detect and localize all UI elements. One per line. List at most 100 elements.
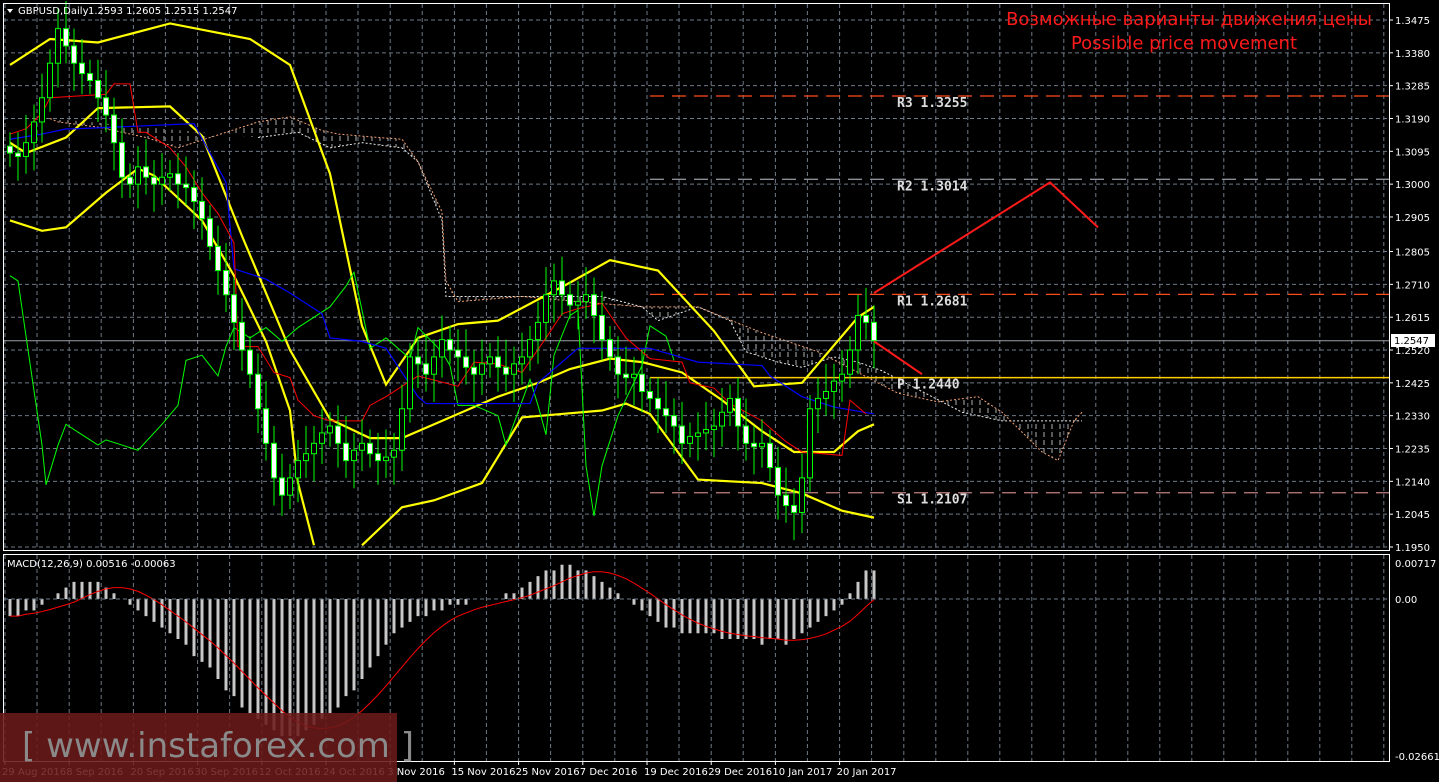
forecast-path-line: [873, 181, 1099, 294]
ichimoku-cloud: [49, 116, 1083, 462]
bearish-candle: [271, 442, 277, 479]
bearish-candle: [79, 62, 85, 75]
bullish-candle: [519, 356, 525, 365]
bearish-candle: [591, 294, 597, 316]
bullish-candle: [439, 339, 445, 358]
annotation-title-en: Possible price movement: [1071, 33, 1297, 54]
pivot-label-s1: S1 1.2107: [897, 493, 967, 508]
bullish-candle: [855, 314, 861, 351]
y-tick-label: 1.3380: [1395, 49, 1430, 60]
pivot-label-r2: R2 1.3014: [897, 179, 968, 194]
bullish-candle: [839, 373, 845, 382]
bearish-candle: [343, 442, 349, 462]
collapse-triangle-icon[interactable]: [7, 9, 13, 13]
bullish-candle: [799, 477, 805, 513]
bullish-candle: [487, 356, 493, 365]
y-tick-label: 1.2330: [1395, 412, 1430, 423]
bearish-candle: [503, 366, 509, 375]
bearish-candle: [95, 79, 101, 99]
bearish-candle: [559, 280, 565, 296]
bullish-candle: [391, 449, 397, 458]
symbol-label: GBPUSD,Daily: [18, 6, 89, 17]
y-tick-label: 1.2520: [1395, 346, 1430, 357]
bearish-candle: [103, 97, 109, 116]
y-tick-label: 1.2905: [1395, 213, 1430, 224]
x-tick-label: 10 Jan 2017: [772, 767, 832, 778]
y-tick-label: 1.3475: [1395, 16, 1430, 27]
bearish-candle: [567, 294, 573, 306]
bearish-candle: [671, 415, 677, 427]
bearish-candle: [463, 356, 469, 368]
y-tick-label: 1.2805: [1395, 248, 1430, 259]
y-tick-label: 1.2235: [1395, 445, 1430, 456]
bearish-candle: [119, 142, 125, 178]
bullish-candle: [327, 425, 333, 434]
bearish-candle: [111, 114, 117, 144]
bullish-candle: [831, 380, 837, 392]
bearish-candle: [751, 442, 757, 448]
bearish-candle: [495, 356, 501, 368]
bullish-candle: [319, 432, 325, 444]
bullish-candle: [287, 477, 293, 496]
y-tick-label: 1.2710: [1395, 280, 1430, 291]
y-tick-label: 1.3190: [1395, 114, 1430, 125]
bullish-candle: [823, 390, 829, 399]
bearish-candle: [247, 349, 253, 375]
bearish-candle: [279, 477, 285, 496]
bullish-candle: [527, 339, 533, 358]
bearish-candle: [127, 176, 133, 185]
bearish-candle: [791, 505, 797, 513]
bullish-candle: [351, 449, 357, 462]
candles: [7, 0, 877, 541]
bullish-candle: [159, 176, 165, 185]
bearish-candle: [871, 321, 877, 342]
bullish-candle: [295, 460, 301, 479]
y-tick-label: 1.2615: [1395, 313, 1430, 324]
bearish-candle: [223, 270, 229, 296]
bullish-candle: [703, 429, 709, 434]
macd-y-tick-label: 0.00: [1395, 595, 1417, 606]
bullish-candle: [399, 408, 405, 451]
bearish-candle: [783, 494, 789, 507]
bearish-candle: [679, 425, 685, 444]
bearish-candle: [183, 183, 189, 189]
bollinger-band-line: [9, 105, 875, 454]
bullish-candle: [31, 121, 37, 144]
bullish-candle: [575, 301, 581, 306]
bearish-candle: [151, 176, 157, 185]
bullish-candle: [687, 435, 693, 444]
pivot-label-r1: R1 1.2681: [897, 294, 968, 309]
bearish-candle: [367, 442, 373, 455]
macd-signal-line: [10, 571, 875, 730]
bearish-candle: [767, 442, 773, 469]
bearish-candle: [743, 425, 749, 444]
bullish-candle: [39, 97, 45, 123]
bearish-candle: [599, 314, 605, 341]
bearish-candle: [63, 28, 69, 47]
bearish-candle: [471, 366, 477, 375]
senkou-span-b: [49, 116, 1083, 462]
bearish-candle: [199, 200, 205, 220]
pivot-label-r3: R3 1.3255: [897, 96, 967, 111]
bearish-candle: [335, 425, 341, 444]
x-tick-label: 15 Nov 2016: [451, 767, 515, 778]
bearish-candle: [607, 339, 613, 358]
bearish-candle: [655, 397, 661, 410]
x-tick-label: 25 Nov 2016: [516, 767, 580, 778]
bearish-candle: [615, 356, 621, 375]
y-tick-label: 1.2045: [1395, 510, 1430, 521]
bullish-candle: [311, 442, 317, 455]
forecast-path-line: [873, 340, 923, 376]
ohlc-readout: 1.2593 1.2605 1.2515 1.2547: [88, 6, 238, 17]
bearish-candle: [191, 187, 197, 202]
bullish-candle: [815, 397, 821, 410]
bearish-candle: [415, 356, 421, 365]
bearish-candle: [143, 166, 149, 178]
x-tick-label: 29 Dec 2016: [708, 767, 772, 778]
bearish-candle: [447, 339, 453, 351]
bearish-candle: [207, 218, 213, 247]
chart-canvas: R3 1.3255 R2 1.3014 R1 1.2681 P 1.2440 S1 1.…: [0, 0, 1439, 782]
macd-panel: [4, 564, 1389, 737]
bearish-candle: [7, 145, 13, 154]
bullish-candle: [479, 363, 485, 375]
